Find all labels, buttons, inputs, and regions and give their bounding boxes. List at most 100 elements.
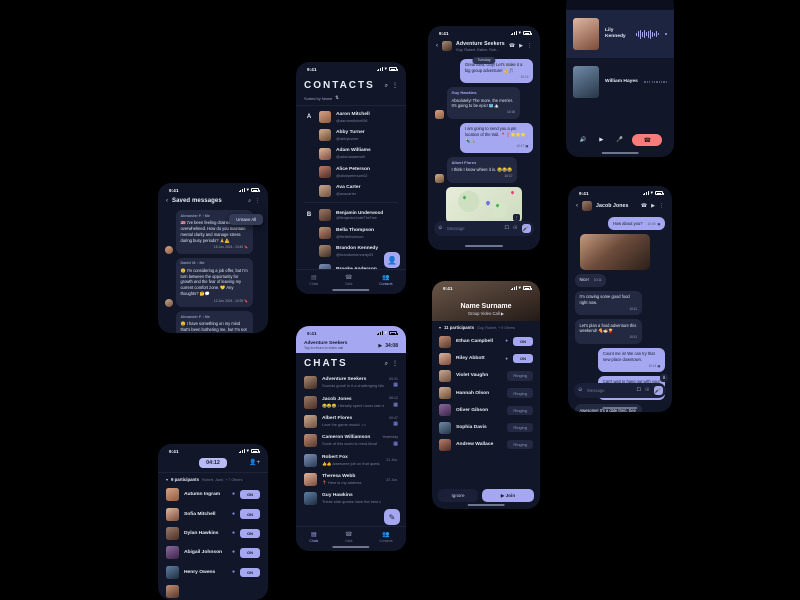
participant-status[interactable]: Ringing (507, 422, 533, 433)
video-icon[interactable]: ▶ (651, 203, 655, 209)
more-icon[interactable]: ⋮ (527, 43, 532, 49)
ongoing-call-banner[interactable]: Adventure Seekers Tap to return to video… (296, 338, 406, 353)
search-icon[interactable]: ⌕ (385, 361, 388, 367)
participant-row[interactable]: Sofia Mitchell ● ON (158, 504, 268, 523)
back-icon[interactable]: ‹ (576, 203, 578, 209)
message-row[interactable]: Albert Flores I think I know where it is… (428, 155, 540, 185)
participant-status[interactable]: Ringing (507, 440, 533, 450)
speaker-button[interactable]: 🔊 (578, 135, 589, 146)
contact-row[interactable]: Bella Thompson @Bellathomson (296, 224, 406, 242)
message-composer[interactable]: ☺ Message ☐ ☉ 🎤 (574, 383, 666, 398)
mic-icon[interactable]: ● (232, 530, 235, 536)
contact-row[interactable]: Alice Peterson @alicepeterson02 (296, 163, 406, 181)
emoji-icon[interactable]: ☺ (438, 225, 444, 232)
tab-contacts[interactable]: 👥 Contacts (379, 531, 392, 544)
chevron-down-icon[interactable]: ▾ (166, 477, 168, 482)
participant-status[interactable]: ON (513, 354, 533, 364)
participant-status[interactable]: Ringing (507, 371, 533, 381)
contact-row[interactable]: Adam Williams @adamadamwill (296, 145, 406, 163)
search-icon[interactable]: ⌕ (248, 198, 251, 204)
call-participant-card[interactable]: Lily Kennedy (566, 10, 674, 58)
more-icon[interactable]: ⋮ (392, 361, 398, 367)
more-icon[interactable]: ⋮ (255, 198, 260, 204)
participant-row[interactable]: Abigail Johnson ● ON (158, 543, 268, 562)
saved-message-item[interactable]: Daniel M. › Me 😕 I'm considering a job o… (158, 256, 268, 309)
participant-status[interactable]: ON (240, 490, 260, 500)
chat-list-item[interactable]: Jacob Jones 😂😂😂 I literally spent hours … (296, 392, 406, 411)
message-composer[interactable]: ☺ Message ☐ ☉ 🎤 (434, 221, 534, 236)
map-message[interactable]: ⋮ (428, 185, 540, 225)
back-icon[interactable]: ‹ (436, 43, 438, 49)
more-icon[interactable]: ⋮ (659, 203, 664, 209)
participant-row[interactable]: Hannah Olson Ringing (432, 385, 540, 402)
chat-list-item[interactable]: Albert Flores Love the game music! ♪♫ 00… (296, 412, 406, 431)
add-participant-icon[interactable]: 👤+ (249, 460, 260, 466)
message-row[interactable]: I am going to send you a pin location of… (428, 121, 540, 155)
sort-label[interactable]: Sorted by Name (304, 96, 332, 101)
message-row[interactable]: Guy Hawkins Absolutely! The more, the me… (428, 85, 540, 121)
participant-row[interactable]: Autumn Ingram ● ON (158, 485, 268, 504)
message-row[interactable]: Nice! 10:11 (568, 272, 672, 289)
message-input[interactable]: Message (587, 388, 632, 393)
tab-calls[interactable]: ☎ Calls (345, 531, 353, 544)
avatar[interactable] (442, 41, 452, 52)
map-more-icon[interactable]: ⋮ (513, 213, 520, 221)
mic-icon[interactable]: ● (232, 569, 235, 575)
participant-status[interactable]: Ringing (507, 405, 533, 416)
participant-status[interactable]: ON (240, 528, 260, 539)
camera-icon[interactable]: ☐ (637, 388, 641, 393)
participant-status[interactable]: ON (240, 567, 260, 577)
new-contact-fab[interactable]: 👤 (384, 252, 400, 268)
chat-list-item[interactable]: Theresa Webb 📍 Here is my address 22 Jun… (296, 470, 406, 489)
back-icon[interactable]: ‹ (166, 198, 168, 204)
participant-status[interactable]: Ringing (507, 388, 533, 398)
chat-list-item[interactable]: Cameron Williamson Scale of this world i… (296, 431, 406, 450)
participant-row[interactable] (158, 582, 268, 600)
end-call-button[interactable]: ☎ (632, 134, 663, 146)
contact-row[interactable]: Abby Turner @abbyturner (296, 126, 406, 144)
phone-icon[interactable]: ☎ (509, 43, 515, 49)
tab-chats[interactable]: ▤ Chats (309, 531, 318, 544)
participant-row[interactable]: Violet Vaughn Ringing (432, 367, 540, 384)
call-participant-card[interactable]: William Hayes (566, 58, 674, 106)
scroll-to-bottom-button[interactable]: ⤋ (660, 374, 668, 382)
message-row[interactable]: How about you? 10:05 ▦ (568, 214, 672, 232)
more-icon[interactable]: ⋮ (392, 83, 398, 89)
mic-button[interactable]: 🎤 (653, 386, 663, 395)
message-row[interactable]: Count me in! We can try that new place d… (568, 346, 672, 374)
contact-row[interactable]: B Benjamin Underwood @BenjaminUnderTheTr… (296, 205, 406, 224)
participant-row[interactable]: Oliver Gibson Ringing (432, 402, 540, 419)
video-icon[interactable]: ▶ (519, 43, 523, 49)
mic-icon[interactable]: ● (232, 511, 235, 517)
mic-icon[interactable]: ● (505, 339, 508, 344)
sort-icon[interactable]: ⇅ (335, 96, 339, 101)
contact-row[interactable]: Ava Carter @avacarter (296, 181, 406, 199)
chat-list-item[interactable]: Robert Fox 👍👍 Awesome job on that quest,… (296, 451, 406, 470)
participant-status[interactable]: ON (513, 336, 533, 347)
tab-chats[interactable]: ▤ Chats (309, 274, 318, 287)
participant-row[interactable]: Sophia Davis Ringing (432, 419, 540, 436)
new-chat-fab[interactable]: ✎ (384, 509, 400, 525)
photo-message[interactable] (568, 232, 672, 272)
attach-icon[interactable]: ☉ (513, 226, 517, 231)
tab-calls[interactable]: ☎ Calls (345, 274, 353, 287)
saved-message-item[interactable]: Alexander F. › Me 😊 I have something on … (158, 309, 268, 333)
participant-row[interactable]: Dylan Hawkins ● ON (158, 524, 268, 543)
search-icon[interactable]: ⌕ (385, 83, 388, 89)
chat-list-item[interactable]: Adventure Seekers Sounds good! Is it a c… (296, 373, 406, 392)
participant-row[interactable]: Andrew Wallace Ringing (432, 436, 540, 453)
mic-icon[interactable]: ● (232, 550, 235, 555)
phone-icon[interactable]: ☎ (641, 203, 647, 209)
message-row[interactable]: I'm craving some good food right now. 10… (568, 289, 672, 317)
contact-row[interactable]: A Aaron Mitchell @aaronmitchell08 (296, 106, 406, 126)
camera-icon[interactable]: ☐ (505, 226, 509, 231)
attach-icon[interactable]: ☉ (645, 388, 649, 393)
mic-icon[interactable]: ● (505, 356, 508, 362)
mic-button[interactable]: 🎤 (521, 224, 531, 233)
mic-icon[interactable]: ● (232, 492, 235, 497)
participant-row[interactable]: Riley Abbott ● ON (432, 350, 540, 367)
mic-button[interactable]: 🎤 (614, 135, 625, 146)
participant-status[interactable]: ON (240, 509, 260, 519)
chevron-down-icon[interactable]: ▾ (439, 325, 441, 330)
ignore-button[interactable]: Ignore (438, 489, 478, 502)
